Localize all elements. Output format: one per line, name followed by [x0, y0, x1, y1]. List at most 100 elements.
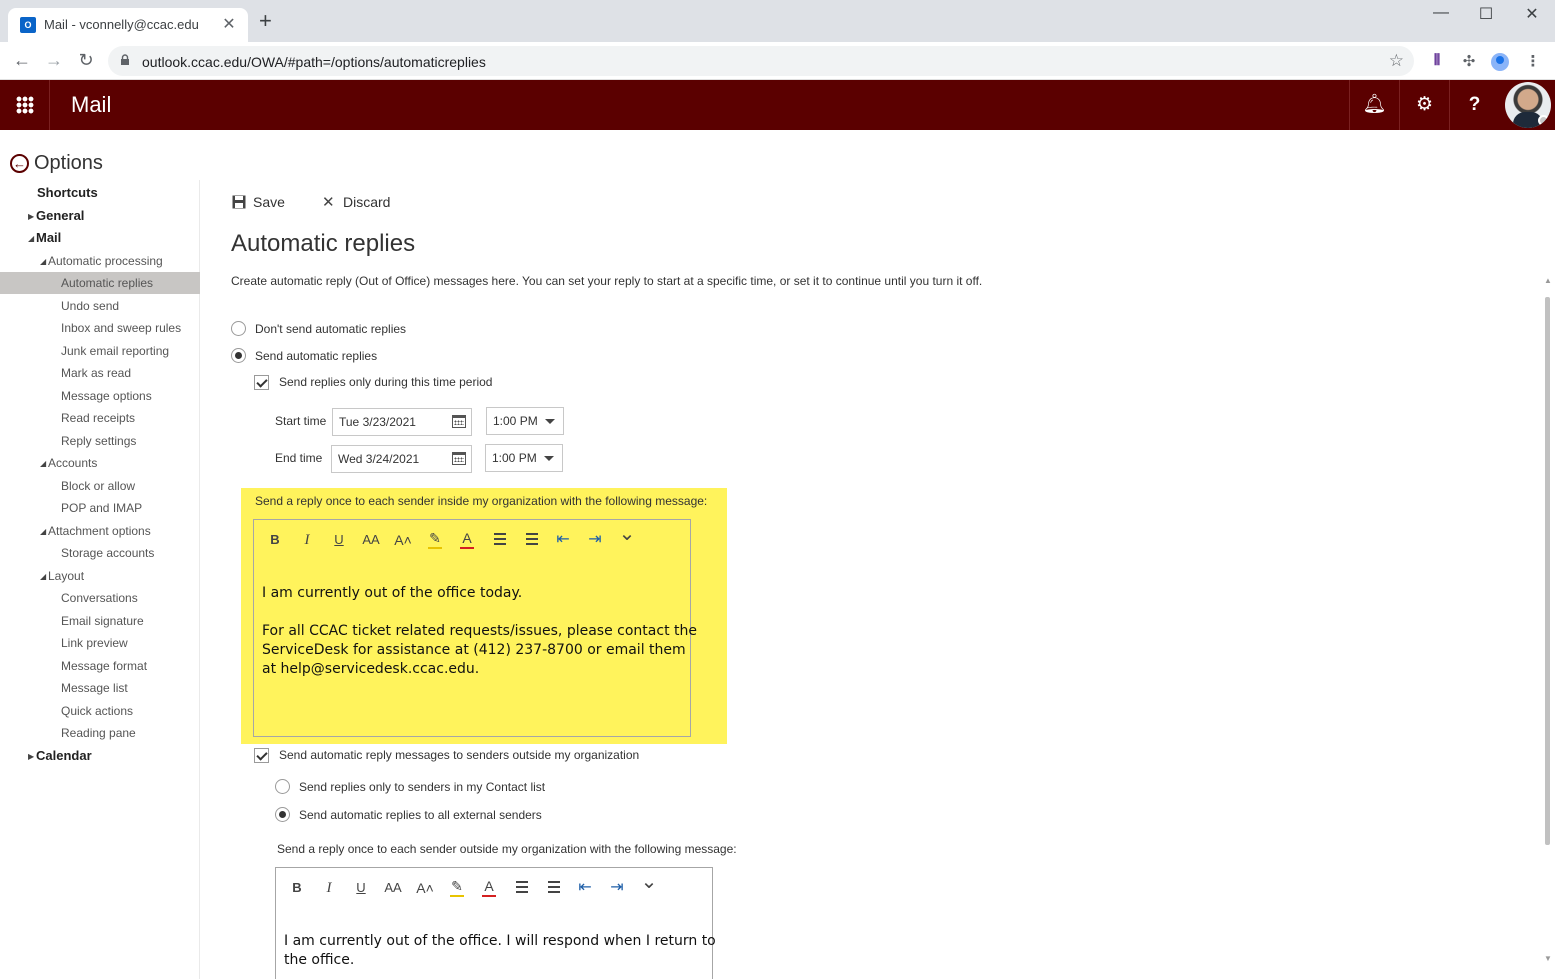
sidebar-item-message-options[interactable]: Message options	[0, 385, 200, 407]
italic-icon[interactable]: I	[318, 880, 340, 896]
calendar-icon[interactable]	[452, 415, 466, 428]
sidebar-item-email-signature[interactable]: Email signature	[0, 610, 200, 632]
avatar[interactable]	[1505, 82, 1551, 128]
bold-icon[interactable]: B	[264, 532, 286, 548]
minimize-icon[interactable]: —	[1418, 4, 1464, 22]
start-date-picker[interactable]: Tue 3/23/2021	[332, 408, 472, 436]
save-button[interactable]: Save	[232, 193, 285, 213]
outside-message-editor[interactable]: B I U AA A˄ ✎ A ⇤ ⇥ ⌄ I am currently out of the o…	[275, 867, 716, 979]
sidebar-item-pop-and-imap[interactable]: POP and IMAP	[0, 497, 200, 519]
sidebar-item-attachment-options[interactable]: ◢ Attachment options	[0, 520, 200, 542]
reload-icon[interactable]: ↻	[74, 50, 98, 70]
sidebar-item-shortcuts[interactable]: Shortcuts	[0, 182, 200, 204]
maximize-icon[interactable]: ☐	[1463, 4, 1509, 24]
sidebar-item-message-format[interactable]: Message format	[0, 655, 200, 677]
underline-icon[interactable]: U	[328, 532, 350, 548]
numbering-icon[interactable]	[542, 878, 564, 893]
sidebar-item-undo-send[interactable]: Undo send	[0, 295, 200, 317]
new-tab-icon[interactable]: +	[259, 10, 272, 32]
increase-indent-icon[interactable]: ⇥	[606, 880, 628, 896]
sidebar-item-quick-actions[interactable]: Quick actions	[0, 700, 200, 722]
sidebar-item-link-preview[interactable]: Link preview	[0, 632, 200, 654]
more-options-icon[interactable]: ⌄	[616, 524, 638, 544]
browser-tab[interactable]: O Mail - vconnelly@ccac.edu ✕	[8, 8, 248, 42]
bookmark-star-icon[interactable]: ☆	[1389, 51, 1404, 71]
profile-icon[interactable]	[1490, 52, 1510, 76]
sidebar-item-general[interactable]: ▶ General	[0, 205, 200, 227]
app-launcher-button[interactable]	[0, 80, 50, 130]
scroll-down-icon[interactable]: ▼	[1544, 954, 1552, 963]
all-external-label[interactable]: Send automatic replies to all external s…	[299, 808, 542, 822]
font-size-icon[interactable]: AA	[382, 880, 404, 896]
sidebar-item-conversations[interactable]: Conversations	[0, 587, 200, 609]
decrease-indent-icon[interactable]: ⇤	[574, 880, 596, 896]
outside-org-checkbox[interactable]	[254, 748, 269, 763]
sidebar-item-junk-email-reporting[interactable]: Junk email reporting	[0, 340, 200, 362]
scroll-up-icon[interactable]: ▲	[1544, 276, 1552, 285]
close-tab-icon[interactable]: ✕	[220, 14, 238, 34]
start-time-dropdown[interactable]: 1:00 PM	[486, 407, 564, 435]
inside-message-body[interactable]: I am currently out of the office today. …	[262, 584, 697, 679]
caret-collapsed-icon[interactable]: ▶	[28, 206, 36, 228]
puzzle-icon[interactable]: ✣	[1459, 52, 1479, 70]
forward-arrow-icon[interactable]: →	[42, 50, 66, 70]
sidebar-item-automatic-processing[interactable]: ◢ Automatic processing	[0, 250, 200, 272]
send-replies-label[interactable]: Send automatic replies	[255, 349, 377, 363]
outside-message-body[interactable]: I am currently out of the office. I will…	[284, 932, 716, 970]
calendar-icon[interactable]	[452, 452, 466, 465]
send-replies-radio[interactable]	[231, 348, 246, 363]
sidebar-item-mark-as-read[interactable]: Mark as read	[0, 362, 200, 384]
sidebar-item-reading-pane[interactable]: Reading pane	[0, 722, 200, 744]
outside-org-label[interactable]: Send automatic reply messages to senders…	[279, 748, 639, 762]
discard-button[interactable]: ✕ Discard	[322, 193, 390, 213]
numbering-icon[interactable]	[520, 530, 542, 545]
time-period-label[interactable]: Send replies only during this time perio…	[279, 375, 492, 389]
time-period-checkbox[interactable]	[254, 375, 269, 390]
dont-send-radio[interactable]	[231, 321, 246, 336]
sidebar-item-inbox-and-sweep-rules[interactable]: Inbox and sweep rules	[0, 317, 200, 339]
back-arrow-icon[interactable]: ←	[10, 50, 34, 70]
increase-indent-icon[interactable]: ⇥	[584, 532, 606, 548]
decrease-indent-icon[interactable]: ⇤	[552, 532, 574, 548]
settings-gear-icon[interactable]: ⚙	[1399, 80, 1449, 130]
caret-expanded-icon[interactable]: ◢	[40, 566, 48, 588]
sidebar-item-accounts[interactable]: ◢ Accounts	[0, 452, 200, 474]
url-bar[interactable]: outlook.ccac.edu/OWA/#path=/options/auto…	[108, 46, 1414, 76]
sidebar-item-automatic-replies[interactable]: Automatic replies	[0, 272, 200, 294]
highlight-icon[interactable]: ✎	[446, 878, 468, 897]
grow-font-icon[interactable]: A˄	[414, 880, 436, 896]
all-external-radio[interactable]	[275, 807, 290, 822]
bullets-icon[interactable]	[488, 530, 510, 545]
menu-kebab-icon[interactable]: ⋮	[1523, 52, 1543, 70]
font-color-icon[interactable]: A	[456, 530, 478, 549]
sidebar-item-reply-settings[interactable]: Reply settings	[0, 430, 200, 452]
contacts-only-radio[interactable]	[275, 779, 290, 794]
close-window-icon[interactable]: ✕	[1509, 4, 1555, 24]
bold-icon[interactable]: B	[286, 880, 308, 896]
sidebar-item-layout[interactable]: ◢ Layout	[0, 565, 200, 587]
highlight-icon[interactable]: ✎	[424, 530, 446, 549]
sidebar-item-storage-accounts[interactable]: Storage accounts	[0, 542, 200, 564]
caret-expanded-icon[interactable]: ◢	[40, 521, 48, 543]
scroll-thumb[interactable]	[1545, 297, 1550, 845]
caret-expanded-icon[interactable]: ◢	[40, 453, 48, 475]
help-icon[interactable]: ?	[1449, 80, 1499, 130]
dont-send-label[interactable]: Don't send automatic replies	[255, 322, 406, 336]
underline-icon[interactable]: U	[350, 880, 372, 896]
sidebar-item-calendar[interactable]: ▶ Calendar	[0, 745, 200, 767]
grow-font-icon[interactable]: A˄	[392, 532, 414, 548]
italic-icon[interactable]: I	[296, 532, 318, 548]
sidebar-item-message-list[interactable]: Message list	[0, 677, 200, 699]
more-options-icon[interactable]: ⌄	[638, 872, 660, 892]
caret-expanded-icon[interactable]: ◢	[40, 251, 48, 273]
caret-expanded-icon[interactable]: ◢	[28, 228, 36, 250]
bullets-icon[interactable]	[510, 878, 532, 893]
notifications-bell-icon[interactable]: 🔔︎	[1349, 80, 1399, 130]
sidebar-item-read-receipts[interactable]: Read receipts	[0, 407, 200, 429]
inside-message-editor[interactable]: B I U AA A˄ ✎ A ⇤ ⇥ ⌄ I am currently out of the o…	[253, 519, 697, 737]
sidebar-item-mail[interactable]: ◢ Mail	[0, 227, 200, 249]
caret-collapsed-icon[interactable]: ▶	[28, 746, 36, 768]
font-size-icon[interactable]: AA	[360, 532, 382, 548]
contacts-only-label[interactable]: Send replies only to senders in my Conta…	[299, 780, 545, 794]
extension-icon[interactable]: ⫴	[1427, 52, 1447, 69]
